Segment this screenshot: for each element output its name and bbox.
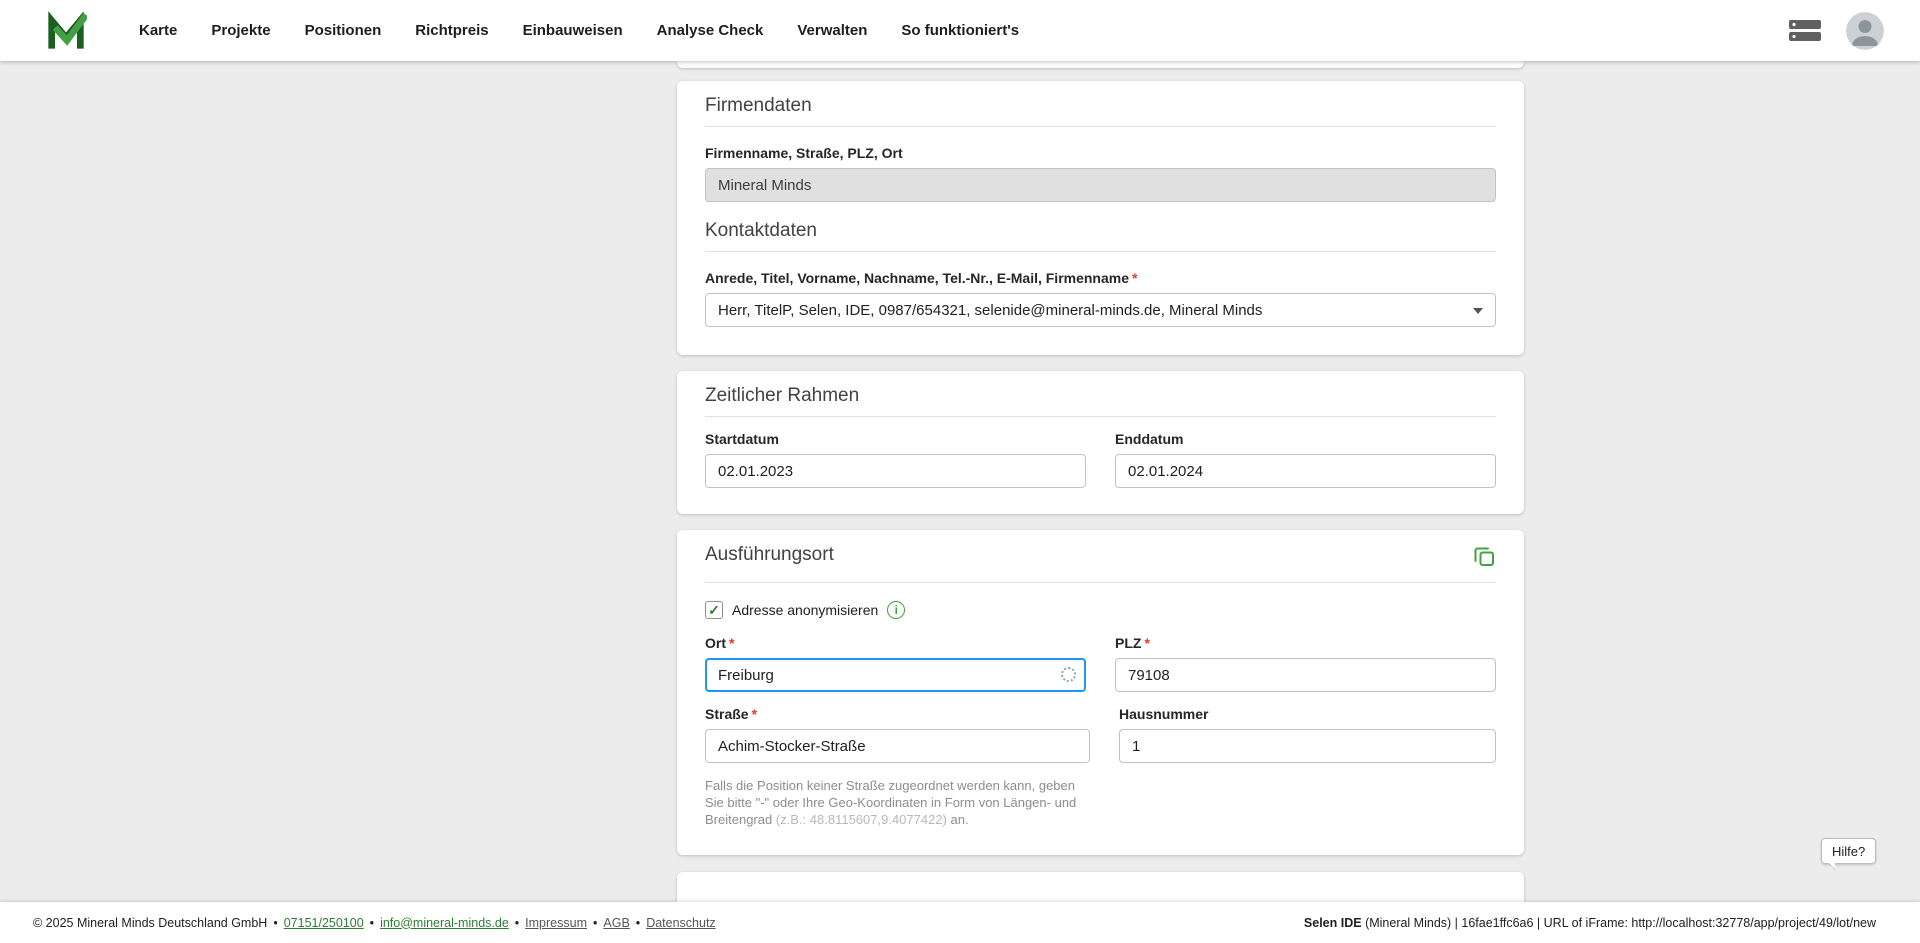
strasse-field: Straße* Falls die Position keiner Straße… (705, 706, 1090, 828)
anonymize-row: ✓ Adresse anonymisieren i (705, 601, 1496, 619)
separator-dot: • (593, 916, 597, 930)
card-ausfuehrungsort: Ausführungsort ✓ Adresse anonymisieren i (677, 530, 1524, 855)
enddatum-label: Enddatum (1115, 431, 1496, 447)
section-title-ausfuehrungsort: Ausführungsort (705, 544, 834, 566)
ort-field: Ort* (705, 635, 1086, 692)
copy-icon[interactable] (1472, 544, 1496, 573)
firmendaten-header: Firmendaten (705, 95, 1496, 127)
datenschutz-link[interactable]: Datenschutz (646, 916, 715, 930)
header-actions (1788, 12, 1884, 50)
strasse-input[interactable] (705, 729, 1090, 763)
required-marker: * (752, 706, 757, 722)
nav-item-richtpreis[interactable]: Richtpreis (415, 22, 488, 39)
ort-label: Ort* (705, 635, 1086, 651)
footer: © 2025 Mineral Minds Deutschland GmbH • … (0, 902, 1920, 943)
strasse-label-text: Straße (705, 706, 749, 722)
card-zeitlicher-rahmen: Zeitlicher Rahmen Startdatum Enddatum (677, 371, 1524, 514)
zeitraum-header: Zeitlicher Rahmen (705, 385, 1496, 417)
zeitraum-grid: Startdatum Enddatum (705, 431, 1496, 488)
section-title-firmendaten: Firmendaten (705, 95, 812, 117)
hausnummer-label: Hausnummer (1119, 706, 1496, 722)
footer-left: © 2025 Mineral Minds Deutschland GmbH • … (33, 916, 716, 930)
chevron-down-icon (1473, 308, 1483, 314)
ausfuehrungsort-header: Ausführungsort (705, 544, 1496, 583)
strasse-hint: Falls die Position keiner Straße zugeord… (705, 777, 1090, 828)
nav-item-karte[interactable]: Karte (139, 22, 177, 39)
card-firmendaten: Firmendaten Firmenname, Straße, PLZ, Ort… (677, 81, 1524, 355)
separator-dot: • (370, 916, 374, 930)
logo-m-icon (45, 10, 87, 52)
agb-link[interactable]: AGB (603, 916, 629, 930)
separator-dot: • (273, 916, 277, 930)
section-title-kontaktdaten: Kontaktdaten (705, 220, 817, 242)
footer-debug-info: Selen IDE (Mineral Minds) | 16fae1ffc6a6… (1304, 916, 1876, 930)
info-icon[interactable]: i (887, 601, 905, 619)
section-title-zeitraum: Zeitlicher Rahmen (705, 385, 859, 407)
plz-label-text: PLZ (1115, 635, 1141, 651)
card-fragment-top (677, 61, 1524, 68)
firma-label: Firmenname, Straße, PLZ, Ort (705, 145, 1496, 161)
plz-input[interactable] (1115, 658, 1496, 692)
required-marker: * (1144, 635, 1149, 651)
top-navigation-bar: Karte Projekte Positionen Richtpreis Ein… (0, 0, 1920, 61)
anonymize-checkbox[interactable]: ✓ (705, 601, 723, 619)
impressum-link[interactable]: Impressum (525, 916, 587, 930)
hausnummer-input[interactable] (1119, 729, 1496, 763)
enddatum-input[interactable] (1115, 454, 1496, 488)
nav-item-verwalten[interactable]: Verwalten (797, 22, 867, 39)
ort-plz-grid: Ort* PLZ* (705, 635, 1496, 692)
kontakt-select-value: Herr, TitelP, Selen, IDE, 0987/654321, s… (718, 302, 1262, 319)
loading-spinner-icon (1061, 667, 1076, 682)
kontakt-label: Anrede, Titel, Vorname, Nachname, Tel.-N… (705, 270, 1496, 286)
startdatum-input[interactable] (705, 454, 1086, 488)
required-marker: * (729, 635, 734, 651)
ide-details: (Mineral Minds) | 16fae1ffc6a6 | URL of … (1362, 916, 1876, 930)
separator-dot: • (636, 916, 640, 930)
form-column: Firmendaten Firmenname, Straße, PLZ, Ort… (677, 61, 1524, 902)
nav-item-analyse-check[interactable]: Analyse Check (657, 22, 764, 39)
ort-input[interactable] (705, 658, 1086, 692)
enddatum-field: Enddatum (1115, 431, 1496, 488)
required-marker: * (1132, 270, 1137, 286)
kontakt-select[interactable]: Herr, TitelP, Selen, IDE, 0987/654321, s… (705, 293, 1496, 327)
hint-suffix: an. (947, 812, 969, 827)
main-content-area: Firmendaten Firmenname, Straße, PLZ, Ort… (0, 61, 1920, 902)
kontakt-label-text: Anrede, Titel, Vorname, Nachname, Tel.-N… (705, 270, 1129, 286)
anonymize-label[interactable]: Adresse anonymisieren (732, 602, 878, 618)
info-icon-glyph: i (895, 604, 898, 616)
nav-item-so-funktionierts[interactable]: So funktioniert's (901, 22, 1019, 39)
ide-name: Selen IDE (1304, 916, 1362, 930)
ort-label-text: Ort (705, 635, 726, 651)
startdatum-field: Startdatum (705, 431, 1086, 488)
nav-item-projekte[interactable]: Projekte (211, 22, 270, 39)
check-icon: ✓ (708, 603, 720, 617)
hausnummer-field: Hausnummer (1119, 706, 1496, 763)
mineral-minds-logo[interactable] (45, 10, 87, 52)
phone-link[interactable]: 07151/250100 (284, 916, 364, 930)
email-link[interactable]: info@mineral-minds.de (380, 916, 509, 930)
plz-field: PLZ* (1115, 635, 1496, 692)
user-avatar[interactable] (1846, 12, 1884, 50)
nav-item-einbauweisen[interactable]: Einbauweisen (523, 22, 623, 39)
strasse-hausnummer-grid: Straße* Falls die Position keiner Straße… (705, 706, 1496, 828)
kontaktdaten-header: Kontaktdaten (705, 220, 1496, 252)
main-nav: Karte Projekte Positionen Richtpreis Ein… (139, 22, 1019, 39)
ort-input-wrap (705, 658, 1086, 692)
startdatum-label: Startdatum (705, 431, 1086, 447)
copyright-text: © 2025 Mineral Minds Deutschland GmbH (33, 916, 267, 930)
hint-coordinates: (z.B.: 48.8115607,9.4077422) (776, 812, 947, 827)
strasse-label: Straße* (705, 706, 1090, 722)
person-icon (1846, 12, 1884, 50)
help-button[interactable]: Hilfe? (1821, 838, 1876, 864)
firmenname-input (705, 168, 1496, 202)
separator-dot: • (515, 916, 519, 930)
card-fragment-bottom (677, 872, 1524, 902)
plz-label: PLZ* (1115, 635, 1496, 651)
nav-item-positionen[interactable]: Positionen (305, 22, 382, 39)
server-icon[interactable] (1788, 18, 1822, 44)
